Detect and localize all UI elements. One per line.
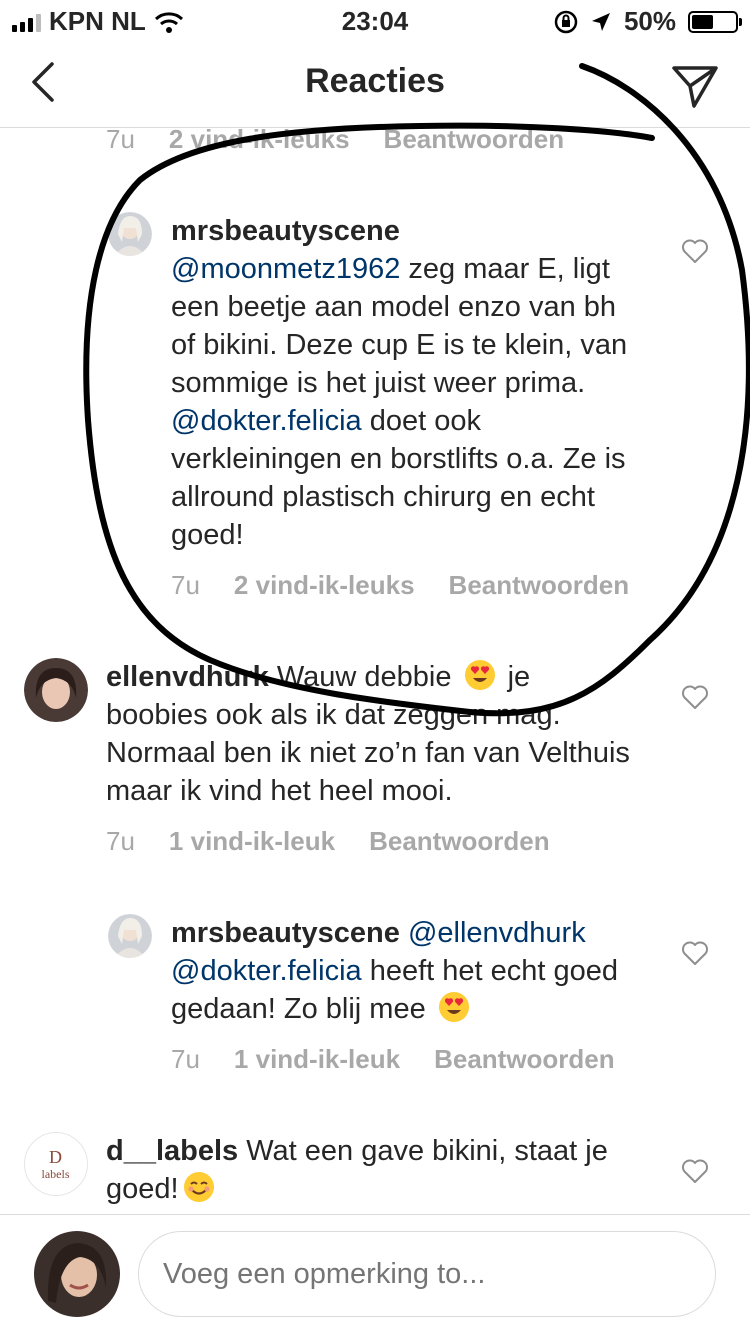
reply-button[interactable]: Beantwoorden	[449, 570, 630, 601]
comment-reply-1: mrsbeautyscene @moonmetz1962 zeg maar E,…	[0, 200, 750, 620]
battery-icon	[688, 10, 742, 33]
comment-text: mrsbeautyscene @ellenvdhurk @dokter.feli…	[171, 914, 641, 1028]
comment-reply-2: mrsbeautyscene @ellenvdhurk @dokter.feli…	[0, 914, 750, 1084]
comment-username[interactable]: ellenvdhurk	[106, 661, 269, 693]
like-count-button[interactable]: 2 vind-ik-leuks	[234, 570, 415, 601]
send-icon[interactable]	[670, 60, 720, 110]
comment-age: 7u	[106, 124, 135, 154]
comment-composer	[0, 1214, 750, 1334]
avatar[interactable]	[108, 914, 152, 958]
avatar[interactable]	[24, 658, 88, 722]
comment-username[interactable]: mrsbeautyscene	[171, 917, 400, 949]
heart-icon[interactable]	[681, 1158, 709, 1184]
comment-username[interactable]: mrsbeautyscene	[171, 215, 400, 247]
like-count-button[interactable]: 1 vind-ik-leuk	[234, 1044, 400, 1075]
mention-link[interactable]: @dokter.felicia	[171, 405, 362, 437]
like-count-button[interactable]: 2 vind-ik-leuks	[169, 124, 350, 155]
smiling-emoji	[183, 1172, 214, 1202]
lock-rotation-icon	[554, 10, 578, 33]
my-avatar	[34, 1231, 120, 1317]
mention-link[interactable]: @ellenvdhurk	[400, 917, 586, 949]
mention-link[interactable]: @moonmetz1962	[171, 253, 400, 285]
avatar[interactable]	[108, 212, 152, 256]
heart-eyes-emoji	[438, 992, 469, 1022]
battery-percent: 50%	[623, 6, 676, 36]
reply-button[interactable]: Beantwoorden	[384, 124, 565, 155]
comment-text: mrsbeautyscene @moonmetz1962 zeg maar E,…	[171, 212, 641, 554]
like-count-button[interactable]: 1 vind-ik-leuk	[169, 826, 335, 857]
comment-meta: 7u 1 vind-ik-leuk Beantwoorden	[106, 826, 550, 857]
heart-icon[interactable]	[681, 940, 709, 966]
comment-age: 7u	[171, 570, 200, 600]
heart-icon[interactable]	[681, 238, 709, 264]
comment-age: 7u	[106, 826, 135, 856]
comment-3: D labels d__labels Wat een gave bikini, …	[0, 1132, 750, 1214]
status-right: 50%	[554, 6, 742, 37]
comment-meta: 7u 1 vind-ik-leuk Beantwoorden	[171, 1044, 615, 1075]
comment-text: d__labels Wat een gave bikini, staat je …	[106, 1132, 636, 1208]
avatar[interactable]: D labels	[24, 1132, 88, 1196]
location-icon	[591, 12, 610, 31]
brand-logo-text: labels	[41, 1167, 70, 1181]
mention-link[interactable]: @dokter.felicia	[171, 955, 362, 987]
comment-2: ellenvdhurk Wauw debbie je boobies ook a…	[0, 658, 750, 858]
svg-text:D: D	[49, 1147, 62, 1167]
reply-button[interactable]: Beantwoorden	[369, 826, 550, 857]
comment-body: Wauw debbie	[268, 661, 460, 693]
reply-button[interactable]: Beantwoorden	[434, 1044, 615, 1075]
status-bar: KPN NL 23:04 50%	[0, 0, 750, 40]
comment-age: 7u	[171, 1044, 200, 1074]
comment-meta: 7u 2 vind-ik-leuks Beantwoorden	[171, 570, 629, 601]
heart-eyes-emoji	[464, 660, 495, 690]
page-title: Reacties	[305, 62, 445, 100]
comment-input[interactable]	[138, 1231, 716, 1317]
nav-bar: Reacties	[0, 40, 750, 128]
comment-username[interactable]: d__labels	[106, 1135, 238, 1167]
heart-icon[interactable]	[681, 684, 709, 710]
partial-comment-meta: 7u 2 vind-ik-leuks Beantwoorden	[106, 124, 564, 155]
comment-text: ellenvdhurk Wauw debbie je boobies ook a…	[106, 658, 636, 810]
